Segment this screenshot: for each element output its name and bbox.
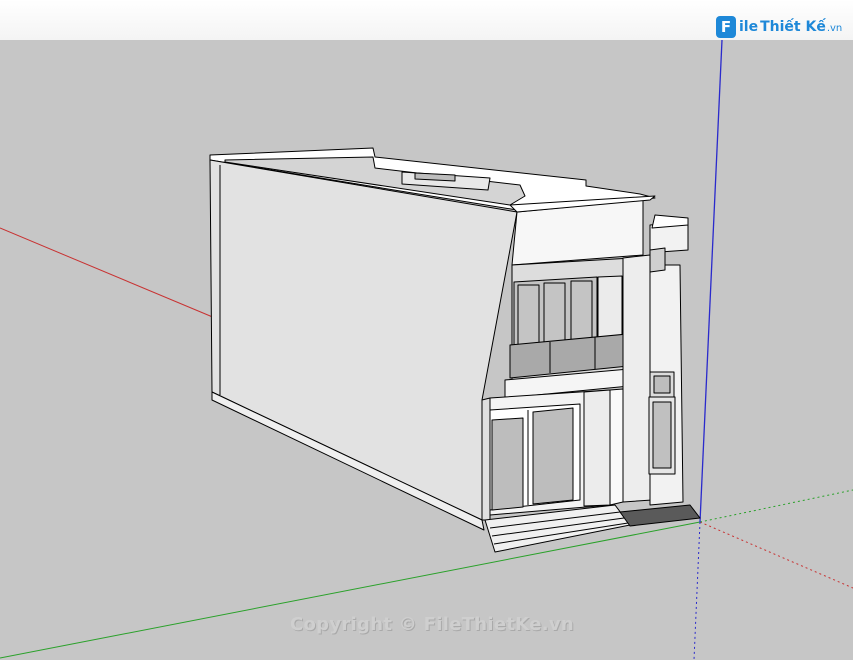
green-axis-dotted xyxy=(699,489,853,523)
second-floor-wall-panel xyxy=(597,275,623,342)
logo-thietke: Thiết Kế xyxy=(760,19,826,35)
red-axis-dotted xyxy=(699,521,853,589)
second-floor-window xyxy=(513,276,598,349)
stair-window-glass xyxy=(652,401,672,469)
stair-tower-shadow xyxy=(649,247,666,273)
front-pillar xyxy=(583,389,611,507)
modeling-viewport[interactable]: F ile Thiết Kế .vn Copyright © FileThiet… xyxy=(0,0,853,660)
blue-axis xyxy=(699,39,723,523)
entrance-left-glass xyxy=(491,417,524,511)
drain-grate xyxy=(619,504,701,527)
logo-file: ile xyxy=(739,19,759,35)
3d-scene[interactable] xyxy=(0,0,853,660)
logo-badge: F xyxy=(716,16,736,38)
logo-tld: .vn xyxy=(826,23,843,34)
logo-text: ile Thiết Kế .vn xyxy=(739,19,842,35)
ground-floor-side-column xyxy=(481,397,491,521)
green-axis xyxy=(0,521,701,659)
filethietke-logo: F ile Thiết Kế .vn xyxy=(716,14,842,40)
entrance-center-glass xyxy=(532,407,574,505)
ground-wall-right xyxy=(609,388,624,506)
stair-vent-inner xyxy=(653,375,671,394)
red-axis xyxy=(0,227,216,319)
copyright-watermark: Copyright © FileThietKe.vn xyxy=(290,614,575,635)
roof-skylight-top xyxy=(414,172,456,182)
right-pier xyxy=(622,254,653,503)
house-model[interactable] xyxy=(209,147,701,553)
blue-axis-dotted xyxy=(693,521,701,660)
